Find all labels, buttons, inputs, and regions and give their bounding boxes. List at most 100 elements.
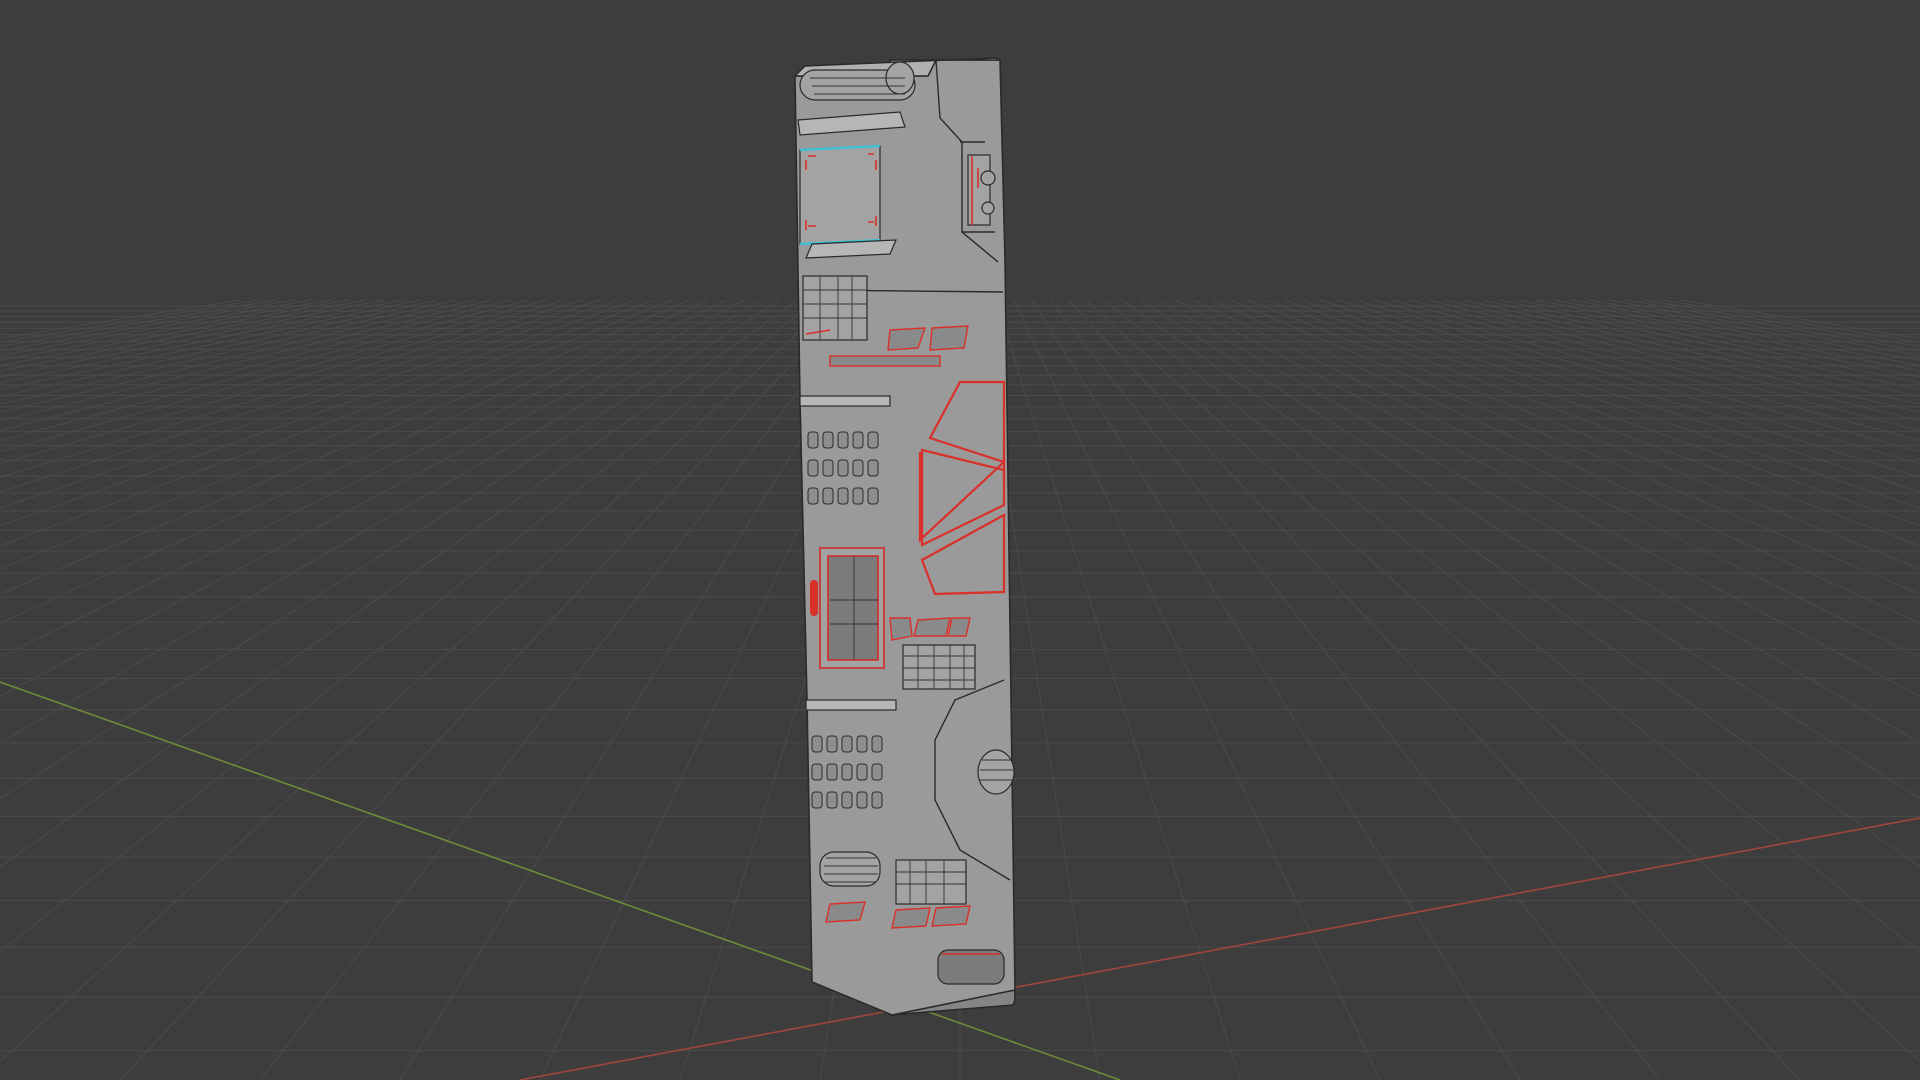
grid-line — [0, 299, 295, 352]
grid-button — [822, 487, 834, 505]
grid-line — [0, 299, 691, 595]
viewport-canvas[interactable]: .front { fill: #9a9a9a; stroke: #2a2a2a;… — [0, 0, 1920, 1080]
grid-line — [1013, 299, 1381, 1080]
grid-line — [1157, 299, 1920, 744]
grid-line — [1373, 299, 1920, 453]
grid-line — [0, 299, 259, 343]
bottom-slot — [937, 949, 1005, 985]
grid-line — [0, 299, 763, 744]
grid-line — [1031, 299, 1521, 1080]
grid-line — [0, 299, 727, 658]
grid-line — [1247, 299, 1920, 570]
pillar-model[interactable] — [793, 57, 1016, 1016]
grid-button — [841, 791, 853, 809]
grid-line — [0, 299, 313, 356]
grid-line — [1553, 299, 1920, 372]
grid-line — [0, 299, 367, 372]
grid-line — [1391, 299, 1920, 442]
grid-line — [1193, 299, 1920, 658]
grid-line — [1175, 299, 1920, 697]
grid-line — [1661, 299, 1920, 343]
button-grid-lower — [811, 735, 883, 809]
grid-button — [871, 735, 883, 753]
grid-line — [0, 299, 475, 413]
grid-button — [807, 459, 819, 477]
grid-line — [1607, 299, 1920, 356]
grid-button — [841, 735, 853, 753]
grid-button — [856, 791, 868, 809]
middle-grill — [902, 644, 976, 690]
grid-line — [0, 299, 799, 868]
grid-line — [1211, 299, 1920, 624]
bottom-cylinder — [819, 851, 881, 887]
grid-line — [1481, 299, 1920, 398]
grid-button — [826, 791, 838, 809]
grid-line — [0, 299, 529, 442]
grid-button — [807, 487, 819, 505]
3d-viewport[interactable]: .front { fill: #9a9a9a; stroke: #2a2a2a;… — [0, 0, 1920, 1080]
grid-line — [1625, 299, 1920, 352]
grid-button — [811, 735, 823, 753]
separator-plate — [799, 395, 891, 407]
grid-line — [1229, 299, 1920, 595]
grid-button — [867, 487, 879, 505]
grid-line — [1463, 299, 1920, 405]
grid-line — [1409, 299, 1920, 431]
grid-line — [0, 299, 673, 570]
grid-line — [0, 299, 493, 422]
grid-line — [0, 299, 331, 361]
grid-line — [0, 299, 439, 398]
grid-button — [837, 459, 849, 477]
grid-line — [995, 299, 1241, 1080]
grid-line — [119, 299, 853, 1080]
grid-button — [822, 431, 834, 449]
grid-line — [1355, 299, 1920, 465]
separator-plate-lower — [805, 699, 897, 711]
grid-line — [1589, 299, 1920, 361]
grid-line — [0, 299, 781, 800]
grid-button — [807, 431, 819, 449]
grid-line — [0, 299, 511, 431]
grid-button — [856, 763, 868, 781]
grid-button — [867, 431, 879, 449]
grid-line — [1427, 299, 1920, 422]
grid-button — [811, 791, 823, 809]
grid-line — [1067, 299, 1801, 1080]
lower-grill — [895, 859, 967, 905]
grid-button — [841, 763, 853, 781]
upper-grill — [802, 275, 868, 341]
grid-line — [0, 299, 637, 527]
grid-button — [871, 791, 883, 809]
grid-button — [867, 459, 879, 477]
grid-button — [852, 459, 864, 477]
grid-line — [1103, 299, 1920, 953]
side-cylinder — [977, 749, 1015, 795]
grid-line — [0, 299, 745, 697]
grid-button — [826, 735, 838, 753]
grid-line — [1139, 299, 1920, 800]
grid-button — [852, 431, 864, 449]
grid-line — [259, 299, 871, 1080]
grid-button — [856, 735, 868, 753]
grid-line — [1535, 299, 1920, 378]
grid-line — [1445, 299, 1920, 413]
grid-line — [1121, 299, 1920, 868]
button-grid-upper — [807, 431, 879, 505]
middle-recessed-box — [810, 547, 885, 669]
grid-line — [0, 299, 709, 624]
grid-button — [837, 487, 849, 505]
grid-line — [0, 299, 817, 953]
grid-button — [811, 763, 823, 781]
grid-line — [0, 299, 655, 547]
grid-button — [826, 763, 838, 781]
grid-line — [0, 299, 457, 405]
grid-line — [0, 299, 421, 391]
grid-line — [0, 299, 385, 378]
grid-line — [1283, 299, 1920, 527]
grid-line — [0, 299, 547, 453]
grid-line — [1499, 299, 1920, 391]
grid-line — [0, 299, 241, 339]
grid-line — [0, 299, 565, 465]
grid-button — [871, 763, 883, 781]
grid-button — [822, 459, 834, 477]
